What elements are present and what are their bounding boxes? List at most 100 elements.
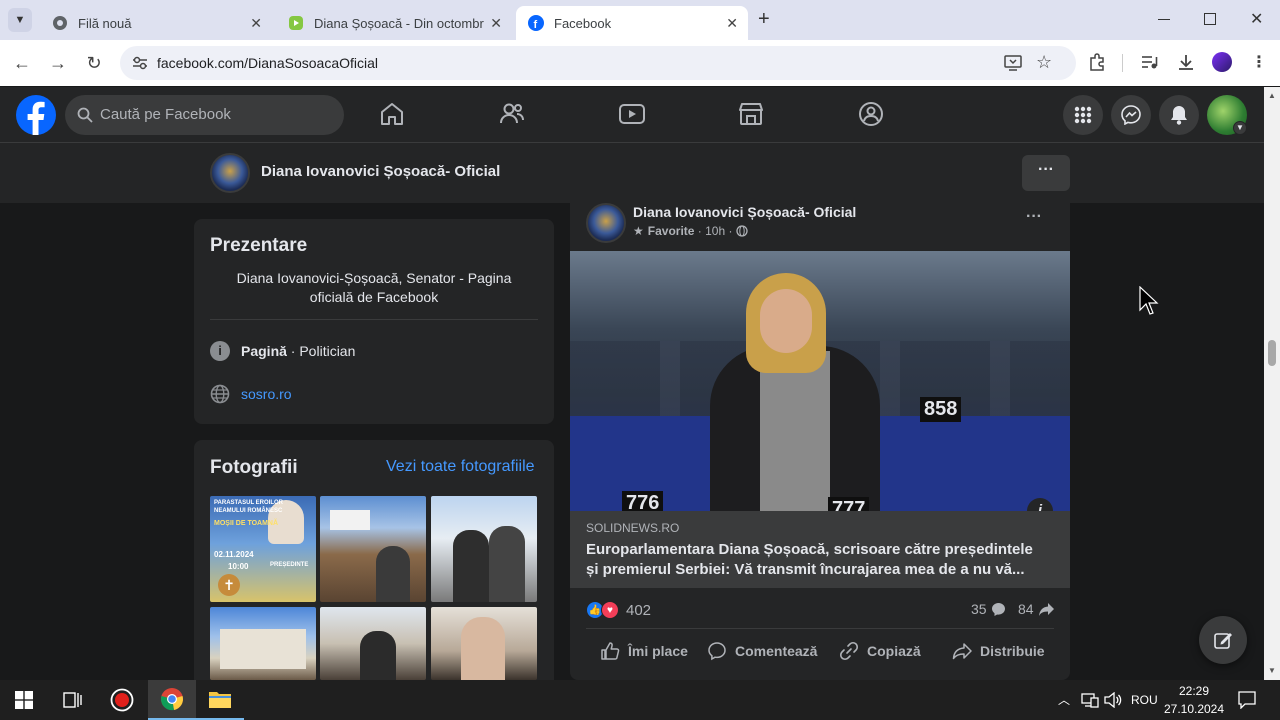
page-avatar[interactable] (210, 153, 250, 193)
comment-button[interactable]: Comentează (707, 641, 817, 661)
video-icon[interactable] (617, 99, 647, 129)
tab-title: Diana Șoșoacă - Din octombrie (314, 15, 484, 31)
task-view-icon (63, 692, 82, 708)
photo-thumbnail[interactable] (431, 607, 537, 680)
tab-facebook[interactable]: f Facebook ✕ (516, 6, 748, 40)
close-window-icon[interactable]: ✕ (1250, 9, 1263, 29)
photo-thumbnail[interactable] (431, 496, 537, 602)
bookmark-star-icon[interactable]: ☆ (1036, 52, 1052, 73)
start-button[interactable] (0, 680, 48, 720)
facebook-logo-icon[interactable] (16, 95, 56, 135)
account-chevron-down-icon[interactable]: ▼ (1233, 121, 1247, 135)
post-link-image[interactable]: 858 776 777 i (570, 251, 1070, 511)
forward-arrow-icon[interactable]: → (48, 53, 68, 73)
install-app-icon[interactable] (1004, 54, 1022, 72)
groups-icon[interactable] (856, 99, 886, 129)
reactions-summary[interactable]: 👍 ♥ 402 (586, 600, 651, 620)
facebook-search-input[interactable]: Caută pe Facebook (65, 95, 344, 135)
photo-thumbnail[interactable] (320, 496, 426, 602)
scroll-up-arrow-icon[interactable]: ▲ (1268, 91, 1276, 100)
post-author-avatar[interactable] (586, 203, 626, 243)
comment-label: Comentează (735, 643, 818, 659)
chrome-taskbar-button[interactable] (148, 680, 196, 720)
facebook-favicon-icon: f (528, 15, 544, 31)
photo-thumbnail[interactable] (210, 607, 316, 680)
friends-icon[interactable] (497, 99, 527, 129)
tab-rumble[interactable]: Diana Șoșoacă - Din octombrie ✕ (276, 6, 512, 40)
copy-label: Copiază (867, 643, 921, 659)
photo-person (489, 526, 525, 602)
tab-search-button[interactable]: ▼ (8, 8, 32, 32)
menu-button[interactable] (1063, 95, 1103, 135)
new-message-button[interactable] (1199, 616, 1247, 664)
back-arrow-icon[interactable]: ← (12, 53, 32, 73)
website-link[interactable]: sosro.ro (241, 386, 292, 402)
facebook-header: Caută pe Facebook ▼ (0, 87, 1264, 143)
copy-link-button[interactable]: Copiază (839, 641, 921, 661)
restore-icon[interactable] (1204, 13, 1216, 25)
see-all-photos-link[interactable]: Vezi toate fotografiile (386, 458, 535, 476)
poster-line: MOȘII DE TOAMNĂ (214, 520, 279, 527)
toolbar-divider (1122, 54, 1123, 72)
close-tab-icon[interactable]: ✕ (726, 15, 738, 32)
notifications-button[interactable] (1159, 95, 1199, 135)
task-view-button[interactable] (48, 680, 96, 720)
chrome-menu-icon[interactable]: ⋮ (1251, 52, 1267, 72)
tab-title: Facebook (554, 15, 612, 31)
photo-person (360, 631, 396, 680)
reload-icon[interactable]: ↻ (84, 53, 104, 73)
home-icon[interactable] (377, 99, 407, 129)
close-tab-icon[interactable]: ✕ (490, 15, 502, 32)
messenger-button[interactable] (1111, 95, 1151, 135)
share-button[interactable]: Distribuie (952, 641, 1045, 661)
page-sticky-header: Diana Iovanovici Șoșoacă- Oficial ··· (0, 143, 1264, 203)
page-scrollbar[interactable]: ▲ ▼ (1264, 87, 1280, 680)
share-icon (952, 643, 972, 660)
comments-count-link[interactable]: 35 (971, 601, 1006, 617)
shares-count-link[interactable]: 84 (1018, 601, 1055, 617)
new-tab-plus-icon[interactable]: + (758, 8, 770, 31)
post-time[interactable]: · 10h · (694, 224, 735, 238)
scroll-down-arrow-icon[interactable]: ▼ (1268, 666, 1276, 675)
minimize-icon[interactable] (1158, 12, 1172, 26)
photo-person (453, 530, 489, 602)
file-explorer-button[interactable] (196, 680, 244, 720)
like-button[interactable]: Îmi place (600, 641, 688, 661)
download-icon[interactable] (1177, 53, 1195, 71)
record-icon (110, 688, 134, 712)
extensions-icon[interactable] (1088, 53, 1106, 71)
notification-center-icon[interactable] (1238, 691, 1256, 709)
address-bar[interactable]: facebook.com/DianaSosoacaOficial ☆ (120, 46, 1076, 80)
page-name[interactable]: Diana Iovanovici Șoșoacă- Oficial (261, 163, 500, 180)
tab-new-tab[interactable]: Filă nouă ✕ (40, 6, 272, 40)
intro-card: Prezentare Diana Iovanovici-Șoșoacă, Sen… (194, 219, 554, 424)
post-options-icon[interactable]: ··· (1026, 208, 1042, 226)
post-meta: ★ Favorite · 10h · (633, 224, 748, 238)
profile-avatar[interactable] (1212, 52, 1232, 72)
like-label: Îmi place (628, 643, 688, 659)
clock-date[interactable]: 27.10.2024 (1162, 702, 1226, 716)
share-label: Distribuie (980, 643, 1045, 659)
site-settings-icon[interactable] (132, 56, 148, 70)
photo-thumbnail[interactable] (320, 607, 426, 680)
chevron-up-icon[interactable]: ︿ (1058, 691, 1070, 708)
photo-person (376, 546, 410, 602)
post-author-name[interactable]: Diana Iovanovici Șoșoacă- Oficial (633, 204, 856, 220)
close-tab-icon[interactable]: ✕ (250, 15, 262, 32)
clock-time[interactable]: 22:29 (1166, 684, 1222, 698)
search-placeholder: Caută pe Facebook (100, 106, 231, 123)
network-icon[interactable] (1081, 692, 1099, 708)
media-controls-icon[interactable] (1141, 54, 1159, 70)
poster-line: PREȘEDINTE (270, 562, 309, 568)
page-category-bold: Pagină (241, 343, 287, 359)
svg-text:f: f (534, 19, 538, 31)
page-more-button[interactable]: ··· (1022, 155, 1070, 191)
marketplace-icon[interactable] (736, 99, 766, 129)
photo-thumbnail-poster[interactable]: PARASTASUL EROILOR NEAMULUI ROMÂNESC MOȘ… (210, 496, 316, 602)
apps-grid-icon (1074, 106, 1092, 124)
screen-recorder-button[interactable] (98, 680, 146, 720)
language-indicator[interactable]: ROU (1131, 693, 1158, 707)
scrollbar-thumb[interactable] (1268, 340, 1276, 366)
link-preview[interactable]: SOLIDNEWS.RO Europarlamentara Diana Șoșo… (570, 511, 1070, 588)
volume-icon[interactable] (1104, 692, 1122, 708)
